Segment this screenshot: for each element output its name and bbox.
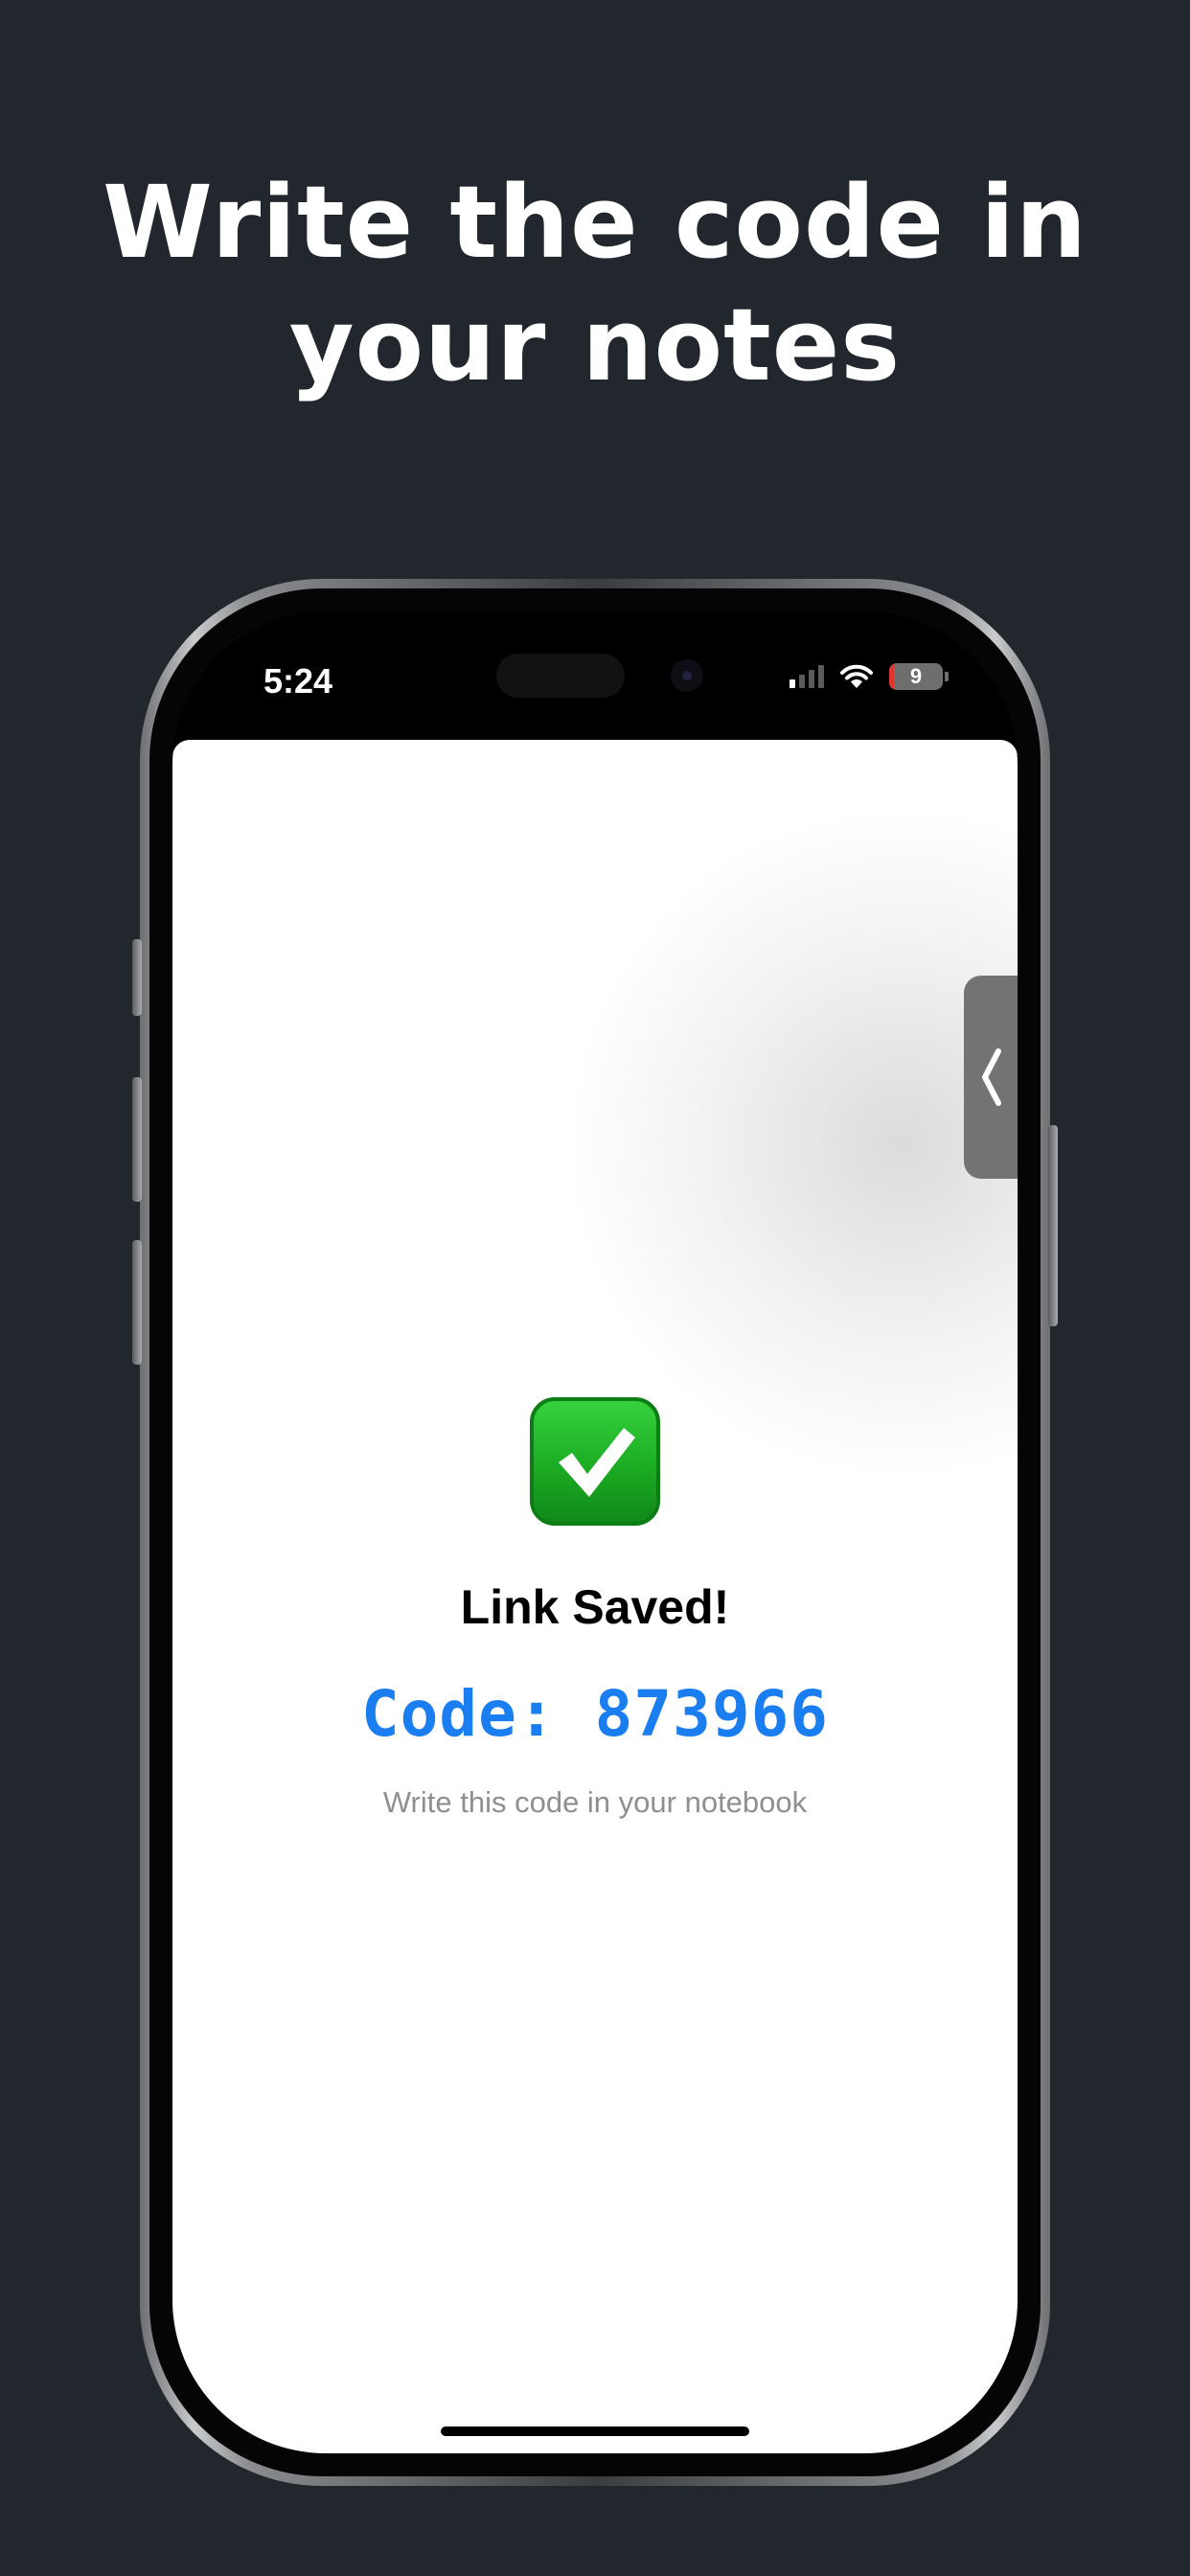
wifi-icon — [840, 664, 873, 688]
battery-icon: 9 — [889, 663, 943, 690]
app-screen: Link Saved! Code: 873966 Write this code … — [172, 740, 1018, 2453]
phone-bezel: 5:24 9 Link Saved! Code: 873966 Write th… — [149, 588, 1041, 2476]
code-hint: Write this code in your notebook — [382, 1785, 808, 1819]
headline: Write the code in your notes — [0, 161, 1190, 406]
code-value: 873966 — [594, 1677, 830, 1751]
volume-up-button — [132, 1077, 142, 1202]
battery-fill — [889, 663, 895, 690]
status-icons: 9 — [790, 663, 949, 690]
power-button — [1048, 1125, 1058, 1326]
link-saved-title: Link Saved! — [460, 1580, 730, 1634]
volume-down-button — [132, 1240, 142, 1365]
cellular-signal-icon — [790, 665, 824, 688]
battery-level: 9 — [909, 664, 923, 688]
code-label: Code: — [360, 1677, 557, 1751]
code-display[interactable]: Code: 873966 — [172, 1677, 1018, 1751]
action-button — [132, 939, 142, 1016]
phone-frame: 5:24 9 Link Saved! Code: 873966 Write th… — [132, 579, 1058, 2486]
dynamic-island — [496, 654, 625, 698]
status-bar: 5:24 9 — [172, 611, 1018, 753]
phone-screen: 5:24 9 Link Saved! Code: 873966 Write th… — [172, 611, 1018, 2453]
chevron-left-icon — [982, 1048, 1001, 1106]
headline-line-1: Write the code in — [103, 164, 1087, 281]
check-mark-button-icon — [530, 1397, 660, 1526]
headline-line-2: your notes — [288, 287, 902, 403]
success-content: Link Saved! Code: 873966 Write this code … — [172, 1397, 1018, 1820]
edge-panel-handle[interactable] — [964, 976, 1018, 1179]
front-camera — [671, 659, 703, 692]
home-indicator[interactable] — [441, 2426, 749, 2436]
status-time: 5:24 — [263, 661, 333, 701]
